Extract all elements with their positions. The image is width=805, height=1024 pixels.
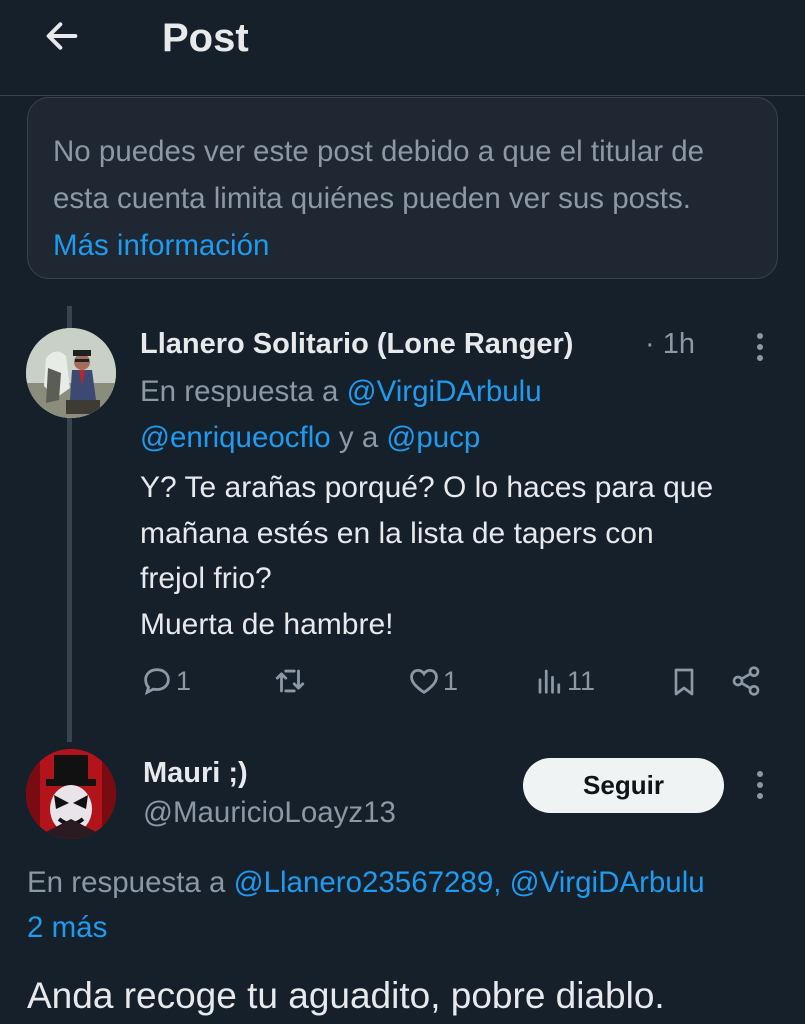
reply-prefix: En respuesta a	[27, 866, 234, 899]
back-button[interactable]	[40, 14, 84, 58]
like-button[interactable]: 1	[407, 664, 458, 698]
mention-link[interactable]: @pucp	[386, 421, 480, 454]
views-icon	[538, 669, 561, 694]
post-text-line: Y? Te arañas porqué? O lo haces para que	[140, 471, 714, 504]
more-mentions-link[interactable]: 2 más	[27, 911, 107, 944]
reply-icon	[144, 668, 170, 696]
post-text-line: mañana estés en la lista de tapers con	[140, 516, 654, 550]
mention-link[interactable]: @VirgiDArbulu	[510, 866, 705, 899]
post-text-line: Muerta de hambre!	[140, 607, 394, 641]
author-name[interactable]: Llanero Solitario (Lone Ranger)	[140, 322, 573, 366]
mention-link[interactable]: @Llanero23567289,	[234, 866, 502, 899]
share-button[interactable]	[730, 664, 762, 698]
repost-button[interactable]	[272, 664, 308, 698]
page-title: Post	[162, 16, 249, 60]
mention-link[interactable]: @VirgiDArbulu	[347, 375, 542, 408]
reply-joiner: y a	[330, 421, 387, 454]
heart-icon	[410, 668, 438, 694]
bookmark-button[interactable]	[668, 664, 700, 700]
follow-button[interactable]: Seguir	[523, 758, 724, 813]
learn-more-link[interactable]: Más información	[53, 229, 269, 262]
author-name[interactable]: Mauri ;)	[143, 751, 248, 795]
reply-context: En respuesta a @VirgiDArbulu @enriqueocf…	[140, 369, 542, 461]
views-button[interactable]: 11	[535, 664, 595, 698]
like-count: 1	[443, 665, 459, 696]
reply-context: En respuesta a @Llanero23567289, @VirgiD…	[27, 860, 705, 905]
reply-context-more: 2 más	[27, 905, 107, 950]
notice-text: No puedes ver este post debido a que el …	[53, 135, 705, 215]
post-text-line: frejol frio?	[140, 562, 272, 595]
reply-count: 1	[176, 665, 192, 696]
arrow-left-icon	[46, 22, 78, 50]
avatar[interactable]	[26, 328, 116, 418]
views-count: 11	[567, 665, 596, 696]
more-options-button[interactable]	[745, 763, 775, 807]
share-icon	[732, 666, 760, 696]
reply-prefix: En respuesta a	[140, 375, 347, 408]
reply-button[interactable]: 1	[140, 664, 191, 698]
mention-link[interactable]: @enriqueocflo	[140, 421, 331, 454]
more-options-button[interactable]	[745, 325, 775, 369]
author-handle[interactable]: @MauricioLoayz13	[143, 791, 396, 835]
post-timestamp[interactable]: · 1h	[645, 322, 695, 366]
bookmark-icon	[674, 668, 694, 696]
top-bar	[0, 0, 805, 96]
post-text: Anda recoge tu aguadito, pobre diablo.	[27, 975, 665, 1016]
restricted-post-notice: No puedes ver este post debido a que el …	[27, 97, 778, 279]
post-text: Y? Te arañas porqué? O lo haces para que…	[140, 465, 713, 647]
avatar[interactable]	[26, 749, 116, 839]
lone-ranger-avatar-image	[26, 328, 116, 418]
red-devil-avatar-image	[26, 749, 116, 839]
repost-icon	[275, 669, 305, 693]
